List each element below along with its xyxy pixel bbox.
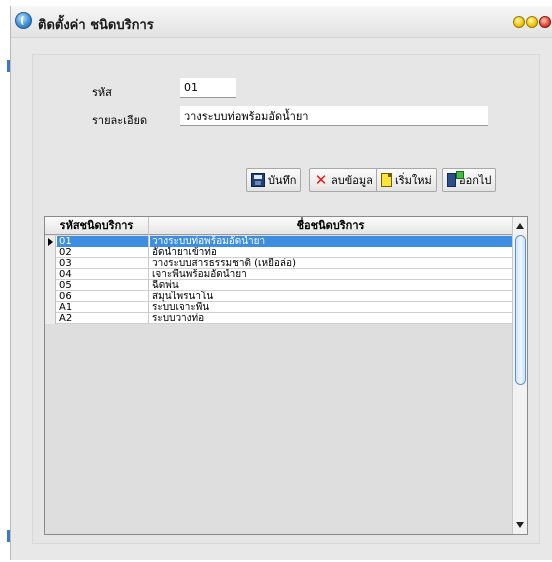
- exit-button[interactable]: ออกไป: [442, 168, 497, 192]
- app-icon: [15, 12, 32, 29]
- delete-label: ลบข้อมูล: [331, 174, 373, 187]
- row-indicator: [45, 280, 56, 291]
- grid-header: รหัสชนิดบริการ ชื่อชนิดบริการ: [45, 217, 512, 235]
- maximize-button[interactable]: [526, 16, 538, 28]
- row-indicator: [45, 302, 56, 313]
- row-name[interactable]: ระบบวางท่อ: [150, 313, 512, 324]
- row-name[interactable]: สมุนไพรนาโน: [150, 291, 512, 302]
- service-type-grid[interactable]: รหัสชนิดบริการ ชื่อชนิดบริการ 01 วางระบบ…: [44, 216, 528, 535]
- row-code[interactable]: 06: [57, 291, 149, 302]
- row-name[interactable]: อัดน้ำยาเข้าท่อ: [150, 247, 512, 258]
- new-document-icon: [381, 173, 392, 187]
- table-row[interactable]: 01 วางระบบท่อพร้อมอัดน้ำยา: [45, 236, 512, 247]
- detail-label: รายละเอียด: [92, 114, 148, 127]
- row-name[interactable]: ระบบเจาะพื้น: [150, 302, 512, 313]
- row-indicator: [45, 269, 56, 280]
- row-code[interactable]: A1: [57, 302, 149, 313]
- table-row[interactable]: 06 สมุนไพรนาโน: [45, 291, 512, 302]
- save-button[interactable]: บันทึก: [246, 168, 302, 192]
- window-title: ติดตั้งค่า ชนิดบริการ: [38, 18, 154, 33]
- row-name[interactable]: เจาะพื้นพร้อมอัดน้ำยา: [150, 269, 512, 280]
- column-header-name[interactable]: ชื่อชนิดบริการ: [149, 217, 512, 235]
- new-label: เริ่มใหม่: [395, 174, 432, 187]
- row-code[interactable]: 04: [57, 269, 149, 280]
- save-icon: [251, 173, 265, 187]
- row-code[interactable]: A2: [57, 313, 149, 324]
- vertical-scrollbar[interactable]: [512, 217, 527, 534]
- new-button[interactable]: เริ่มใหม่: [376, 168, 437, 192]
- row-indicator: [45, 291, 56, 302]
- code-label: รหัส: [92, 86, 112, 99]
- exit-icon: [447, 171, 464, 187]
- delete-icon: ✕: [314, 171, 328, 189]
- row-indicator: [45, 258, 56, 269]
- table-row[interactable]: 05 ฉีดพ่น: [45, 280, 512, 291]
- table-row[interactable]: A2 ระบบวางท่อ: [45, 313, 512, 324]
- scroll-down-icon[interactable]: [516, 522, 524, 528]
- background-edge: [0, 0, 10, 562]
- detail-field[interactable]: [180, 106, 488, 126]
- table-row[interactable]: 04 เจาะพื้นพร้อมอัดน้ำยา: [45, 269, 512, 280]
- save-label: บันทึก: [268, 174, 297, 187]
- row-name[interactable]: ฉีดพ่น: [150, 280, 512, 291]
- title-bar[interactable]: ติดตั้งค่า ชนิดบริการ: [11, 6, 552, 38]
- row-indicator: [45, 313, 56, 324]
- row-name[interactable]: วางระบบสารธรรมชาติ (เหยื่อล่อ): [150, 258, 512, 269]
- table-row[interactable]: 03 วางระบบสารธรรมชาติ (เหยื่อล่อ): [45, 258, 512, 269]
- row-code[interactable]: 03: [57, 258, 149, 269]
- scroll-up-icon[interactable]: [516, 223, 524, 229]
- current-row-indicator-icon: [45, 236, 56, 247]
- row-code[interactable]: 02: [57, 247, 149, 258]
- minimize-button[interactable]: [513, 16, 525, 28]
- table-row[interactable]: 02 อัดน้ำยาเข้าท่อ: [45, 247, 512, 258]
- close-button[interactable]: [539, 16, 551, 28]
- scroll-thumb[interactable]: [515, 235, 526, 385]
- code-field[interactable]: [180, 78, 236, 98]
- row-name[interactable]: วางระบบท่อพร้อมอัดน้ำยา: [150, 236, 512, 247]
- delete-button[interactable]: ✕ ลบข้อมูล: [309, 168, 378, 192]
- column-header-code[interactable]: รหัสชนิดบริการ: [45, 217, 149, 235]
- row-code[interactable]: 05: [57, 280, 149, 291]
- table-row[interactable]: A1 ระบบเจาะพื้น: [45, 302, 512, 313]
- row-code[interactable]: 01: [57, 236, 149, 247]
- row-indicator: [45, 247, 56, 258]
